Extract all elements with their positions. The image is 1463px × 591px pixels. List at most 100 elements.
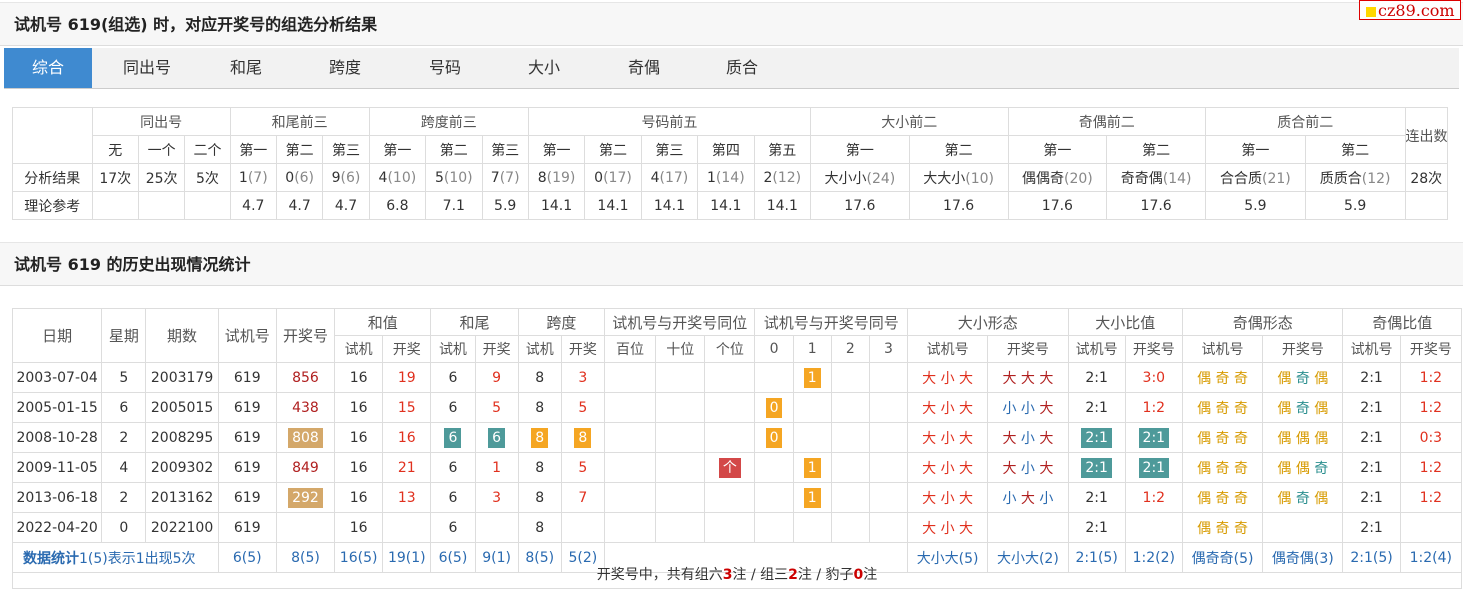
- brand-logo[interactable]: cz89.com: [1359, 0, 1461, 20]
- sub-header: 第一: [1205, 135, 1306, 164]
- history-row: 2005-01-15 6 2005015 619 438 16 15 6 5 8 5 0 大 小 大 小 …: [11, 392, 1463, 423]
- ratio-draw-cell: 1:2: [1124, 482, 1183, 513]
- history-header: 试机号与开奖号同位: [603, 308, 756, 336]
- tab-size[interactable]: 大小: [490, 48, 598, 88]
- oe-draw-value: 偶 偶 奇: [1277, 460, 1329, 477]
- size-draw-cell: 大 大 大: [987, 362, 1069, 393]
- tail-draw-cell: 1: [474, 452, 519, 483]
- ratio-test-cell: 2:1: [1067, 512, 1126, 543]
- theory-cell: 5.9: [481, 191, 529, 220]
- analysis-value: 4: [650, 169, 660, 186]
- span-test-cell: 8: [517, 452, 562, 483]
- sub-header: 第二: [1304, 135, 1406, 164]
- same-position-cell: [655, 512, 706, 543]
- analysis-cell: 质质合(12): [1304, 163, 1406, 192]
- same-number-cell: [792, 512, 832, 543]
- oe-test-cell: 偶 奇 奇: [1181, 422, 1264, 453]
- analysis-cell: 5(10): [425, 163, 483, 192]
- tab-sum-tail[interactable]: 和尾: [202, 48, 290, 88]
- oe-draw-value: 偶 奇 偶: [1277, 370, 1329, 387]
- same-position-cell: [655, 482, 706, 513]
- group-header: 奇偶前二: [1007, 107, 1207, 136]
- same-number-cell: [754, 482, 794, 513]
- tail-draw-cell-value: 5: [492, 399, 502, 416]
- history-subheader: 试机号: [1342, 335, 1401, 363]
- tab-span[interactable]: 跨度: [290, 48, 400, 88]
- footer-text-post: 注: [863, 567, 878, 583]
- sum-draw-cell: [382, 512, 432, 543]
- history-header: 和尾: [430, 308, 519, 336]
- oe-test-cell: 偶 奇 奇: [1181, 452, 1264, 483]
- sum-draw-cell: 19: [382, 362, 432, 393]
- analysis-cell: 8(19): [527, 163, 586, 192]
- weekday-cell-value: 2: [119, 429, 129, 446]
- ratio-draw-cell: 1:2: [1124, 392, 1183, 423]
- draw-number-cell: 438: [275, 392, 336, 423]
- span-draw-cell: 5: [560, 452, 605, 483]
- oe-test-value: 偶 奇 奇: [1197, 520, 1248, 537]
- size-draw-cell: 小 小 大: [987, 392, 1069, 423]
- sum-test-cell: 16: [334, 362, 384, 393]
- tail-draw-cell-value: 9: [492, 369, 502, 386]
- tail-draw-cell: 6: [474, 422, 519, 453]
- tail-test-cell-value: 6: [448, 519, 458, 536]
- tail-test-cell: 6: [430, 482, 476, 513]
- same-position-cell: [603, 452, 657, 483]
- same-number-cell: 1: [792, 362, 832, 393]
- sub-header: 第一: [229, 135, 277, 164]
- group-header: 连出数: [1404, 107, 1449, 164]
- same-number-cell: [868, 452, 908, 483]
- tail-test-cell-value: 6: [444, 427, 462, 448]
- tab-overview[interactable]: 综合: [4, 48, 92, 88]
- footer-summary: 开奖号中，共有组六3注 / 组三2注 / 豹子0注: [12, 563, 1462, 589]
- size-test-cell: 大 小 大: [906, 512, 989, 543]
- ratio-test-cell: 2:1: [1067, 452, 1126, 483]
- weekday-cell: 4: [101, 452, 147, 483]
- weekday-cell-value: 2: [119, 489, 129, 506]
- tail-test-cell: 6: [430, 392, 476, 423]
- span-draw-cell-value: 5: [578, 459, 588, 476]
- analysis-count: (10): [387, 169, 417, 186]
- theory-cell: [1404, 191, 1449, 220]
- tab-number[interactable]: 号码: [400, 48, 490, 88]
- analysis-value: 28次: [1410, 170, 1443, 187]
- theory-cell: 17.6: [908, 191, 1009, 220]
- same-position-cell: [704, 362, 756, 393]
- tab-prime-composite[interactable]: 质合: [690, 48, 794, 88]
- analysis-count: (21): [1262, 170, 1291, 187]
- history-header: 期数: [145, 308, 219, 363]
- theory-cell: [137, 191, 186, 220]
- ratio-test-cell: 2:1: [1067, 362, 1126, 393]
- oe-draw-cell: [1262, 512, 1344, 543]
- same-position-cell: [704, 392, 756, 423]
- theory-cell: [184, 191, 231, 220]
- analysis-cell: 偶偶奇(20): [1007, 163, 1108, 192]
- analysis-count: (10): [965, 170, 995, 187]
- row-label: 理论参考: [12, 191, 93, 220]
- group-header: 大小前二: [810, 107, 1009, 136]
- sub-header: 一个: [137, 135, 186, 164]
- tail-test-cell-value: 6: [448, 489, 458, 506]
- oe-ratio-test-cell-value: 2:1: [1360, 369, 1383, 386]
- test-number-cell-value: 619: [233, 459, 261, 476]
- analysis-cell: 合合质(21): [1205, 163, 1306, 192]
- oe-draw-value: 偶 偶 偶: [1277, 430, 1329, 447]
- tail-test-cell-value: 6: [448, 399, 458, 416]
- date-cell-value: 2009-11-05: [16, 459, 98, 476]
- tab-co-occur[interactable]: 同出号: [92, 48, 202, 88]
- analysis-cell: 25次: [137, 163, 186, 192]
- tail-draw-cell-value: 1: [492, 459, 502, 476]
- analysis-value: 奇奇偶: [1120, 170, 1163, 187]
- ratio-draw-cell: 3:0: [1124, 362, 1183, 393]
- test-number-cell-value: 619: [233, 489, 261, 506]
- span-test-cell: 8: [517, 422, 562, 453]
- span-test-cell-value: 8: [535, 459, 545, 476]
- span-draw-cell: 3: [560, 362, 605, 393]
- tab-odd-even[interactable]: 奇偶: [598, 48, 690, 88]
- tail-test-cell: 6: [430, 452, 476, 483]
- weekday-cell-value: 4: [119, 459, 129, 476]
- size-draw-cell: 大 小 大: [987, 452, 1069, 483]
- history-header: 跨度: [517, 308, 605, 336]
- weekday-cell: 2: [101, 482, 147, 513]
- same-number-cell: [868, 512, 908, 543]
